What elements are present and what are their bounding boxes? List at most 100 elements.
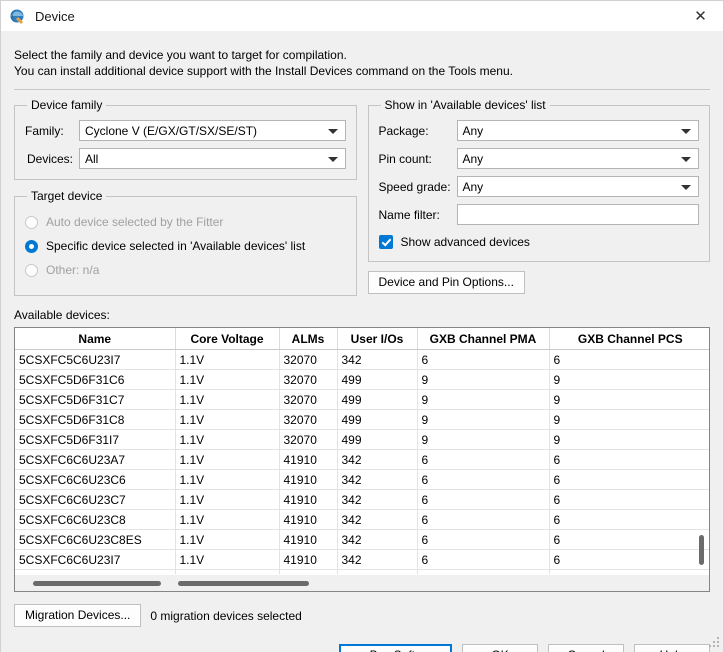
name-filter-row: Name filter: (379, 204, 700, 225)
cell-core-voltage: 1.1V (175, 450, 279, 470)
table-row[interactable]: 5CSXFC5D6F31C81.1V3207049999 (15, 410, 710, 430)
table-header-row: Name Core Voltage ALMs User I/Os GXB Cha… (15, 328, 710, 350)
radio-auto-device-label: Auto device selected by the Fitter (46, 215, 223, 229)
cell-alms: 32070 (279, 410, 337, 430)
cell-user-ios: 342 (337, 550, 417, 570)
cell-gxb-channel-pcs: 9 (549, 430, 710, 450)
column-header-name[interactable]: Name (15, 328, 175, 350)
table-row[interactable]: 5CSXFC5C6U23I71.1V3207034266 (15, 350, 710, 370)
cell-gxb-channel-pma: 9 (417, 430, 549, 450)
radio-specific-device[interactable]: Specific device selected in 'Available d… (25, 235, 346, 257)
cell-core-voltage: 1.1V (175, 390, 279, 410)
name-filter-label: Name filter: (379, 208, 457, 222)
chevron-down-icon (328, 157, 338, 162)
pin-count-value: Any (463, 152, 484, 166)
cell-name: 5CSXFC6C6U23C8 (15, 510, 175, 530)
cell-gxb-channel-pma: 6 (417, 530, 549, 550)
table-row[interactable]: 5CSXFC6C6U23I71.1V4191034266 (15, 550, 710, 570)
migration-row: Migration Devices... 0 migration devices… (14, 604, 710, 627)
cell-alms: 41910 (279, 510, 337, 530)
device-family-group: Device family Family: Cyclone V (E/GX/GT… (14, 98, 357, 180)
cell-gxb-channel-pma: 9 (417, 370, 549, 390)
horizontal-scrollbar-thumb-right[interactable] (178, 581, 309, 586)
package-combo[interactable]: Any (457, 120, 700, 141)
device-dialog: Device ✕ Select the family and device yo… (0, 0, 724, 652)
cell-user-ios: 499 (337, 370, 417, 390)
column-header-core-voltage[interactable]: Core Voltage (175, 328, 279, 350)
cell-gxb-channel-pcs: 6 (549, 490, 710, 510)
table-row[interactable]: 5CSXFC6C6U23C61.1V4191034266 (15, 470, 710, 490)
table-row[interactable]: 5CSXFC5D6F31C61.1V3207049999 (15, 370, 710, 390)
table-row[interactable]: 5CSXFC6C6U23A71.1V4191034266 (15, 450, 710, 470)
available-devices-label: Available devices: (14, 308, 710, 322)
table-row[interactable]: 5CSXFC5D6F31C71.1V3207049999 (15, 390, 710, 410)
horizontal-scrollbar[interactable] (15, 574, 709, 591)
table-row[interactable]: 5CSXFC6C6U23C81.1V4191034266 (15, 510, 710, 530)
resize-grip[interactable] (709, 637, 720, 648)
radio-other-device-label: Other: n/a (46, 263, 99, 277)
cell-name: 5CSXFC5D6F31I7 (15, 430, 175, 450)
family-combo[interactable]: Cyclone V (E/GX/GT/SX/SE/ST) (79, 120, 346, 141)
buy-software-label: Buy Software (370, 645, 441, 652)
speed-grade-combo[interactable]: Any (457, 176, 700, 197)
cell-gxb-channel-pcs: 6 (549, 510, 710, 530)
column-header-user-ios[interactable]: User I/Os (337, 328, 417, 350)
divider (14, 89, 710, 90)
device-and-pin-options-button[interactable]: Device and Pin Options... (368, 271, 525, 294)
column-header-gxb-channel-pcs[interactable]: GXB Channel PCS (549, 328, 710, 350)
cell-gxb-channel-pma: 6 (417, 450, 549, 470)
cell-name: 5CSXFC5C6U23I7 (15, 350, 175, 370)
pin-count-combo[interactable]: Any (457, 148, 700, 169)
name-filter-input[interactable] (457, 204, 700, 225)
cell-user-ios: 342 (337, 350, 417, 370)
horizontal-scrollbar-thumb-left[interactable] (33, 581, 161, 586)
devices-value: All (85, 152, 98, 166)
buy-software-button[interactable]: Buy Software (339, 644, 452, 652)
speed-grade-value: Any (463, 180, 484, 194)
device-family-legend: Device family (27, 98, 106, 112)
table-row[interactable]: 5CSXFC6C6U23C71.1V4191034266 (15, 490, 710, 510)
title-bar: Device ✕ (1, 1, 723, 31)
intro-text: Select the family and device you want to… (14, 31, 710, 79)
speed-grade-row: Speed grade: Any (379, 176, 700, 197)
cell-gxb-channel-pcs: 9 (549, 370, 710, 390)
help-button[interactable]: Help (634, 644, 710, 652)
package-value: Any (463, 124, 484, 138)
close-icon[interactable]: ✕ (678, 1, 723, 31)
show-advanced-devices-checkbox[interactable]: Show advanced devices (379, 232, 700, 252)
cell-gxb-channel-pma: 6 (417, 550, 549, 570)
table-body: 5CSXFC5C6U23I71.1V32070342665CSXFC5D6F31… (15, 350, 710, 593)
cell-alms: 32070 (279, 390, 337, 410)
cell-alms: 32070 (279, 430, 337, 450)
cell-user-ios: 342 (337, 470, 417, 490)
devices-combo[interactable]: All (79, 148, 346, 169)
cell-user-ios: 342 (337, 510, 417, 530)
cell-alms: 32070 (279, 350, 337, 370)
pin-count-row: Pin count: Any (379, 148, 700, 169)
column-header-gxb-channel-pma[interactable]: GXB Channel PMA (417, 328, 549, 350)
radio-icon (25, 264, 38, 277)
cell-core-voltage: 1.1V (175, 370, 279, 390)
available-devices-table[interactable]: Name Core Voltage ALMs User I/Os GXB Cha… (14, 327, 710, 592)
table-row[interactable]: 5CSXFC6C6U23C8ES1.1V4191034266 (15, 530, 710, 550)
column-header-alms[interactable]: ALMs (279, 328, 337, 350)
dialog-body: Select the family and device you want to… (1, 31, 723, 652)
table-row[interactable]: 5CSXFC5D6F31I71.1V3207049999 (15, 430, 710, 450)
package-row: Package: Any (379, 120, 700, 141)
cell-core-voltage: 1.1V (175, 550, 279, 570)
vertical-scrollbar[interactable] (696, 330, 707, 575)
radio-specific-device-label: Specific device selected in 'Available d… (46, 239, 305, 253)
migration-devices-button[interactable]: Migration Devices... (14, 604, 141, 627)
cancel-button[interactable]: Cancel (548, 644, 624, 652)
radio-other-device[interactable]: Other: n/a (25, 259, 346, 281)
show-advanced-devices-label: Show advanced devices (401, 235, 530, 249)
vertical-scrollbar-thumb[interactable] (699, 535, 704, 565)
cell-gxb-channel-pcs: 9 (549, 390, 710, 410)
cell-core-voltage: 1.1V (175, 410, 279, 430)
cell-core-voltage: 1.1V (175, 470, 279, 490)
speed-grade-label: Speed grade: (379, 180, 457, 194)
ok-button[interactable]: OK (462, 644, 538, 652)
radio-auto-device[interactable]: Auto device selected by the Fitter (25, 211, 346, 233)
cell-name: 5CSXFC5D6F31C8 (15, 410, 175, 430)
cell-gxb-channel-pcs: 6 (549, 350, 710, 370)
